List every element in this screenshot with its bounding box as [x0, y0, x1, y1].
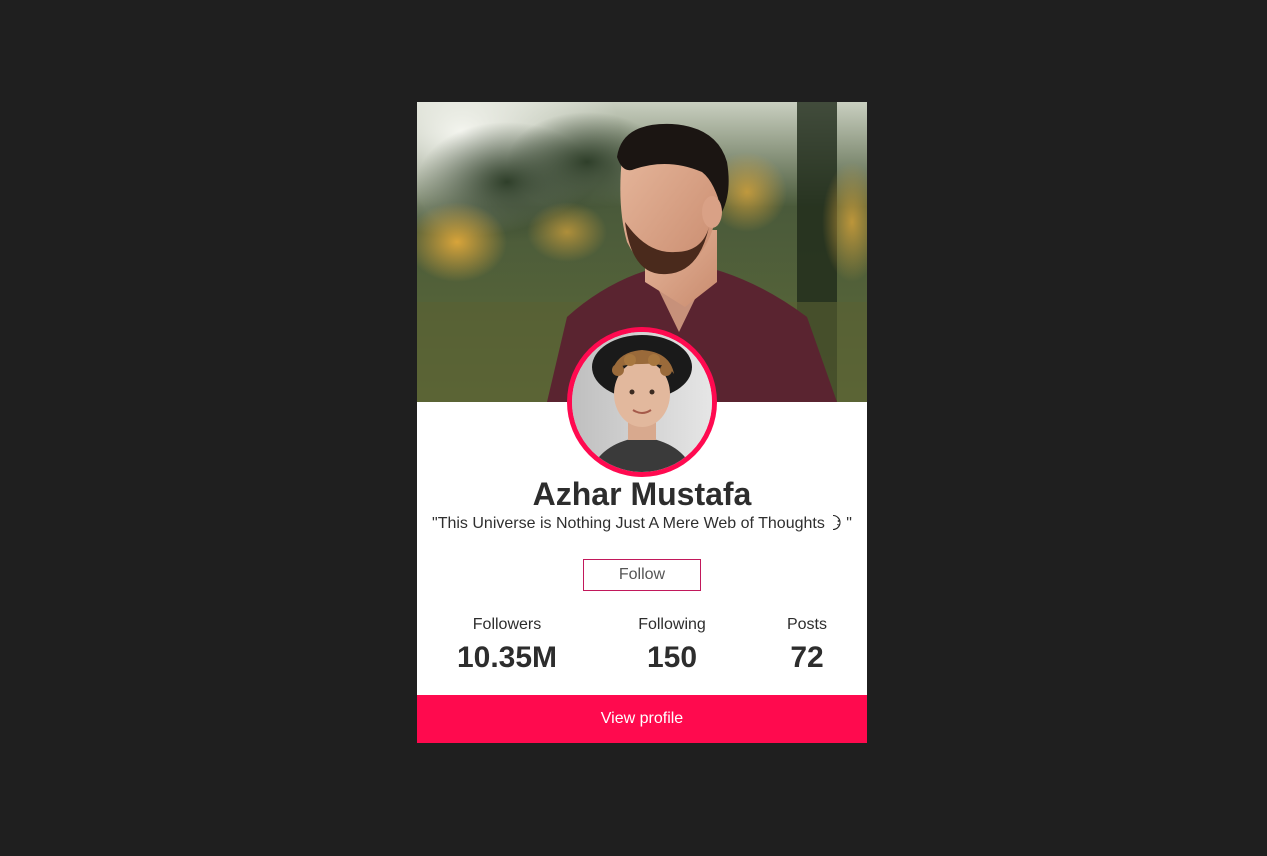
profile-name: Azhar Mustafa	[532, 476, 752, 512]
stat-label: Following	[638, 616, 706, 633]
stat-value: 72	[790, 641, 824, 674]
stat-label: Followers	[472, 616, 542, 633]
avatar-ring[interactable]	[567, 327, 717, 477]
follow-button[interactable]: Follow	[583, 559, 701, 591]
crescent-moon-icon	[829, 514, 846, 531]
stat-followers: Followers 10.35M	[447, 615, 567, 675]
stat-following: Following 150	[612, 615, 732, 675]
stat-label: Posts	[786, 616, 827, 633]
profile-bio: "This Universe is Nothing Just A Mere We…	[417, 514, 867, 534]
view-profile-button[interactable]: View profile	[417, 695, 867, 743]
stat-value: 10.35M	[456, 641, 558, 674]
stat-value: 150	[646, 641, 698, 674]
bio-text: "This Universe is Nothing Just A Mere We…	[432, 515, 830, 532]
stat-posts: Posts 72	[757, 615, 857, 675]
profile-card: Azhar Mustafa "This Universe is Nothing …	[417, 102, 867, 743]
avatar	[572, 332, 712, 472]
bio-text-end: "	[846, 515, 852, 532]
